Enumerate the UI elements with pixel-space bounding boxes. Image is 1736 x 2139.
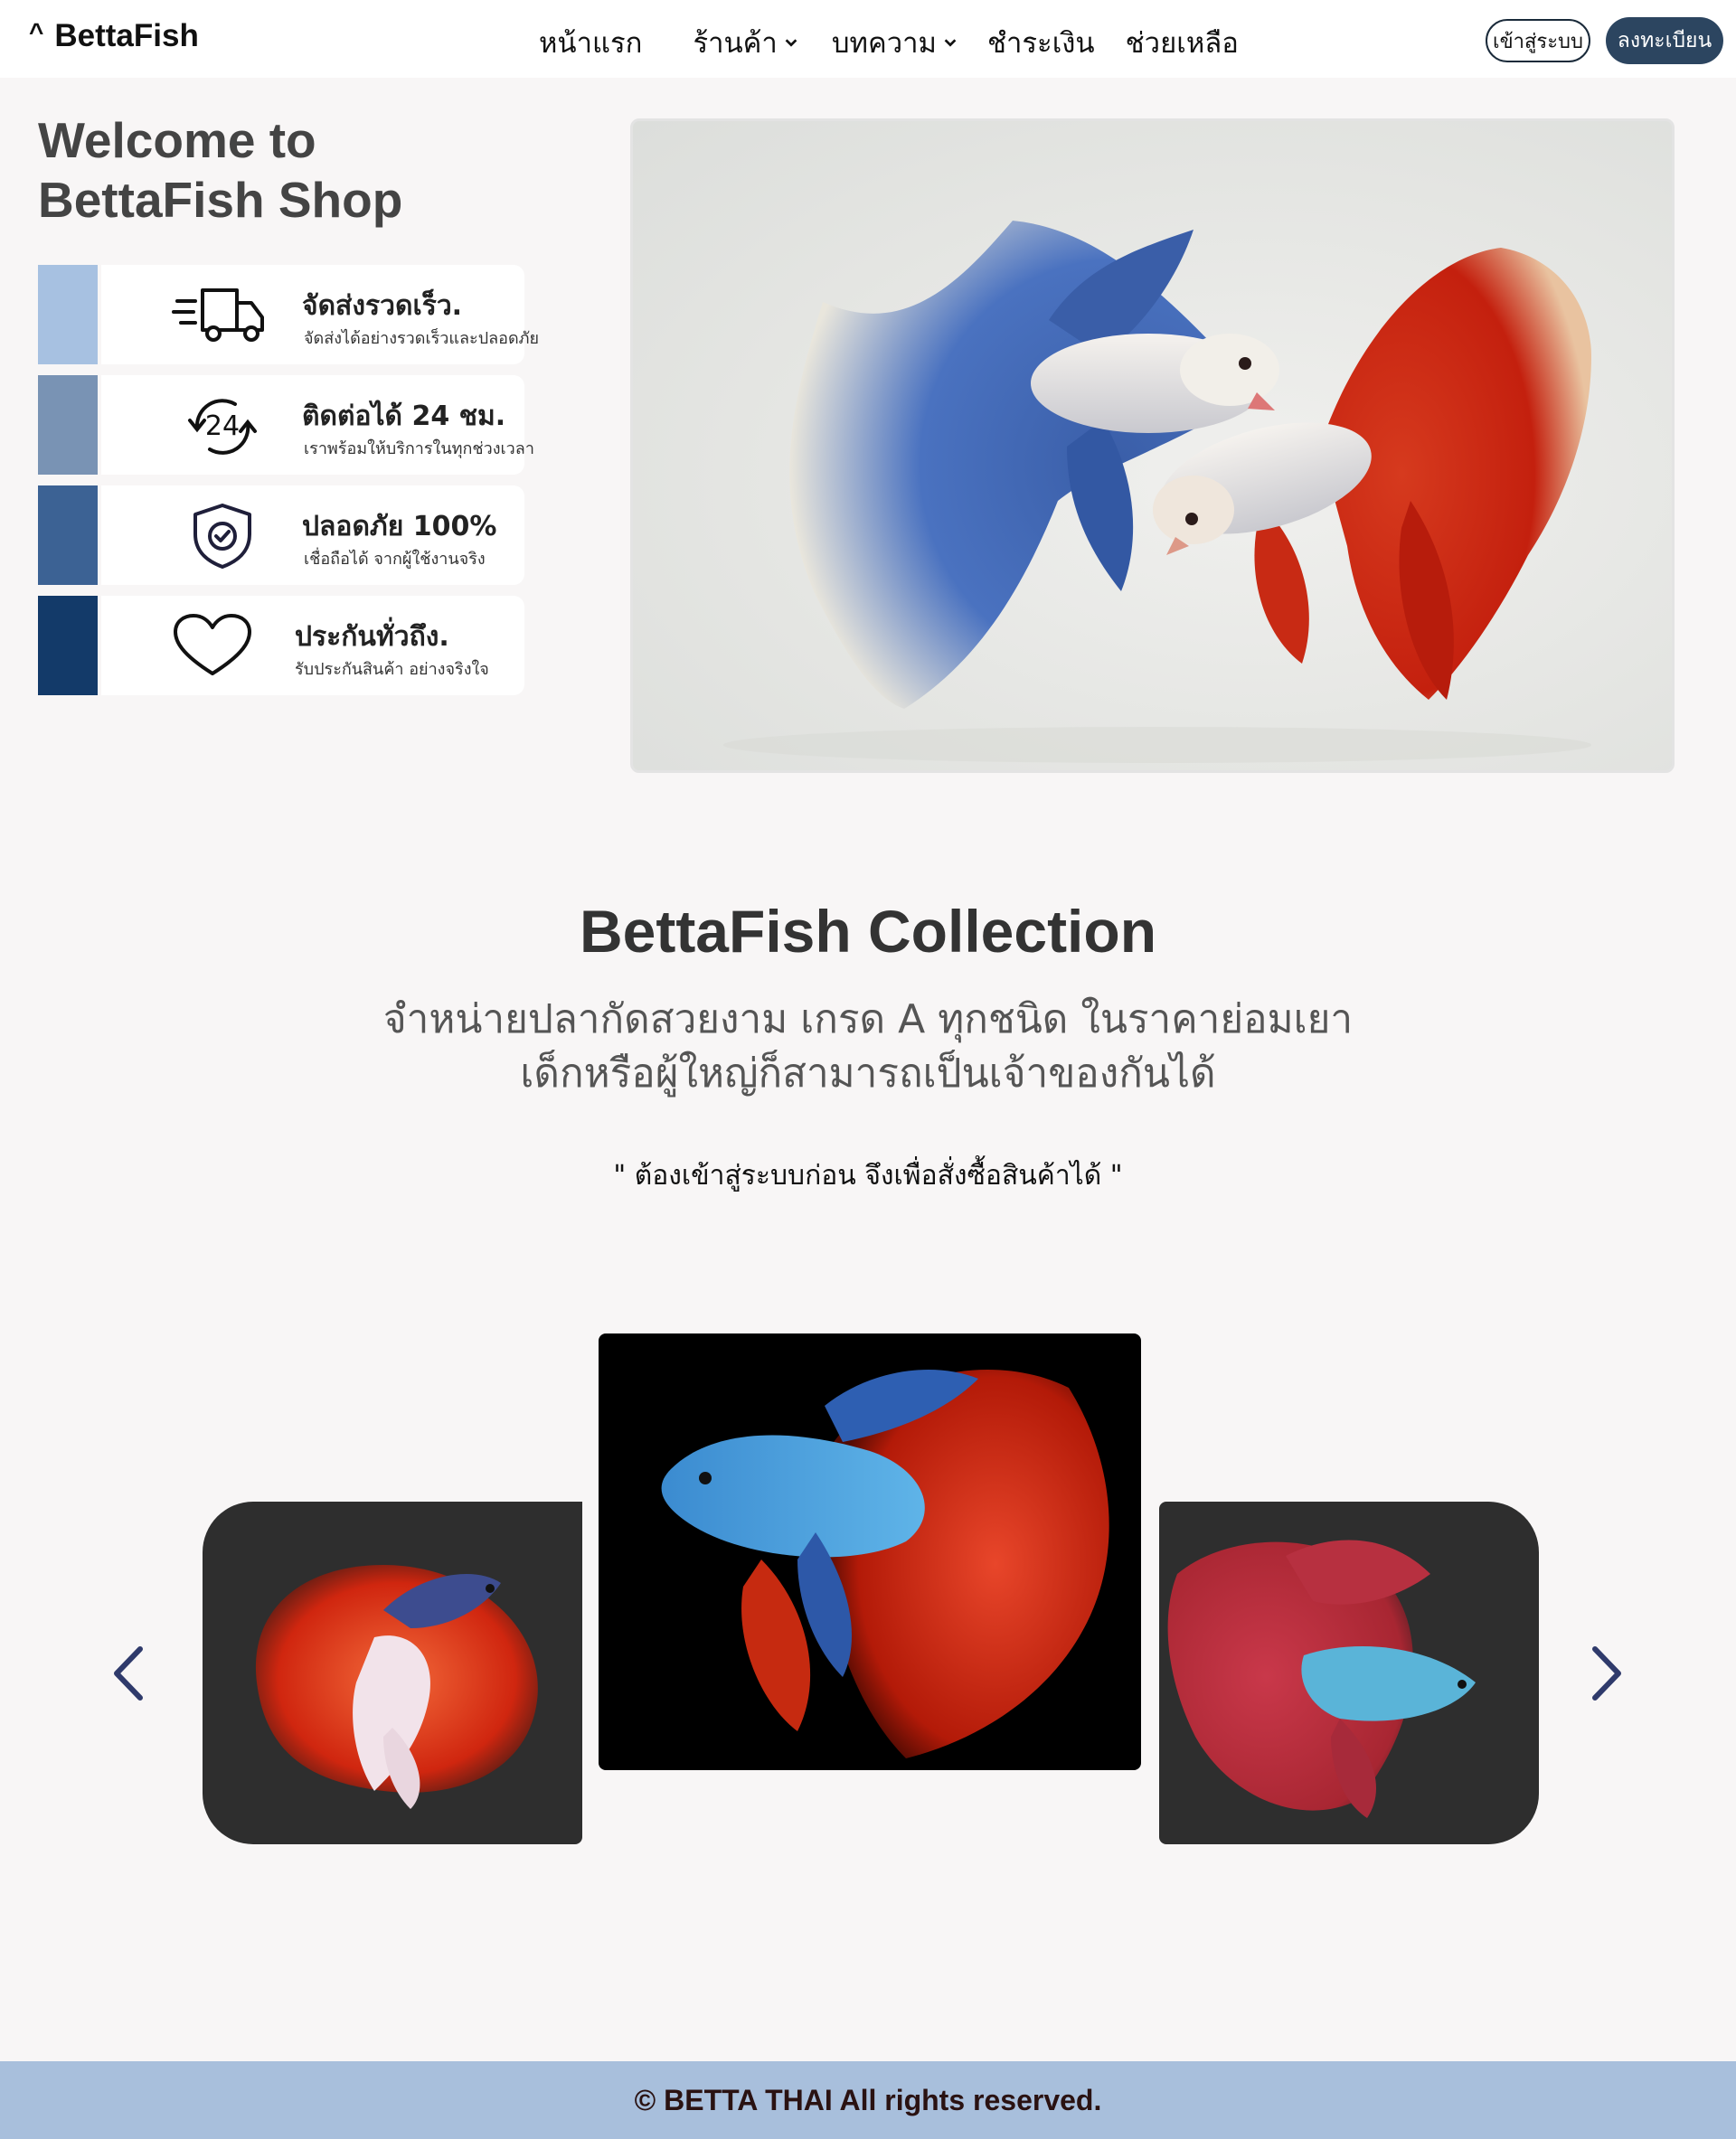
login-required-note: " ต้องเข้าสู่ระบบก่อน จึงเพื่อสั่งซื้อสิ… — [613, 1160, 1123, 1192]
feature-card-warranty: ประกันทั่วถึง. รับประกันสินค้า อย่างจริง… — [38, 596, 524, 695]
feature-desc: รับประกันสินค้า อย่างจริงใจ — [295, 660, 489, 679]
heart-icon — [174, 614, 251, 675]
feature-swatch — [38, 375, 98, 475]
shield-check-icon — [193, 504, 251, 569]
logo-text: BettaFish — [54, 18, 199, 53]
main-menu: หน้าแรก ร้านค้า บทความ ชำระเงิน ช่วยเหลื… — [539, 22, 1239, 63]
nav-item-shop[interactable]: ร้านค้า — [693, 20, 798, 65]
welcome-line-2: BettaFish Shop — [38, 172, 403, 228]
feature-card-delivery: จัดส่งรวดเร็ว. จัดส่งได้อย่างรวดเร็วและป… — [38, 265, 539, 364]
feature-swatch — [38, 596, 98, 695]
carousel-prev-arrow-icon[interactable] — [106, 1644, 151, 1703]
feature-card-safety: ปลอดภัย 100% เชื่อถือได้ จากผู้ใช้งานจริ… — [38, 485, 524, 585]
chevron-down-icon — [785, 39, 797, 47]
feature-card-body: จัดส่งรวดเร็ว. จัดส่งได้อย่างรวดเร็วและป… — [101, 265, 539, 364]
site-logo[interactable]: ^ BettaFish — [29, 18, 199, 54]
delivery-truck-icon — [172, 288, 264, 342]
register-button[interactable]: ลงทะเบียน — [1606, 17, 1723, 64]
nav-item-label: ช่วยเหลือ — [1125, 27, 1239, 60]
carousel-slide-center[interactable] — [599, 1333, 1141, 1770]
nav-item-label: บทความ — [831, 27, 937, 60]
feature-card-body: ปลอดภัย 100% เชื่อถือได้ จากผู้ใช้งานจริ… — [101, 485, 524, 585]
carousel-slide-left[interactable] — [203, 1502, 582, 1844]
top-navbar: ^ BettaFish หน้าแรก ร้านค้า บทความ ชำระเ… — [0, 0, 1736, 78]
feature-title: ปลอดภัย 100% — [302, 511, 497, 542]
nav-item-label: หน้าแรก — [539, 27, 643, 60]
collection-subtitle-line-2: เด็กหรือผู้ใหญ่ก็สามารถเป็นเจ้าของกันได้ — [520, 1051, 1216, 1097]
nav-item-home[interactable]: หน้าแรก — [539, 20, 642, 65]
welcome-line-1: Welcome to — [38, 112, 316, 168]
collection-title: BettaFish Collection — [579, 898, 1157, 965]
collection-subtitle: จำหน่ายปลากัดสวยงาม เกรด A ทุกชนิด ในราค… — [0, 993, 1736, 1101]
carousel-next-arrow-icon[interactable] — [1584, 1644, 1629, 1703]
feature-swatch — [38, 265, 98, 364]
feature-title: ประกันทั่วถึง. — [295, 621, 449, 653]
feature-title: ติดต่อได้ 24 ชม. — [302, 400, 506, 432]
hero-betta-image — [630, 118, 1675, 773]
betta-blue-red-image — [661, 1370, 1109, 1758]
welcome-heading: Welcome to BettaFish Shop — [38, 110, 544, 230]
nav-item-help[interactable]: ช่วยเหลือ — [1126, 20, 1239, 65]
feature-swatch — [38, 485, 98, 585]
collection-subtitle-line-1: จำหน่ายปลากัดสวยงาม เกรด A ทุกชนิด ในราค… — [382, 996, 1354, 1042]
feature-desc: เชื่อถือได้ จากผู้ใช้งานจริง — [304, 550, 486, 569]
feature-card-body: ประกันทั่วถึง. รับประกันสินค้า อย่างจริง… — [101, 596, 524, 695]
carousel-slide-right[interactable] — [1159, 1502, 1539, 1844]
feature-title: จัดส่งรวดเร็ว. — [302, 290, 463, 322]
feature-desc: เราพร้อมให้บริการในทุกช่วงเวลา — [304, 439, 534, 458]
login-button[interactable]: เข้าสู่ระบบ — [1486, 19, 1590, 62]
svg-text:24: 24 — [205, 410, 240, 442]
chevron-down-icon — [944, 39, 957, 47]
nav-item-label: ร้านค้า — [693, 27, 778, 60]
feature-card-body: 24 ติดต่อได้ 24 ชม. เราพร้อมให้บริการในท… — [101, 375, 534, 475]
footer: © BETTA THAI All rights reserved. — [0, 2061, 1736, 2139]
caret-up-icon: ^ — [29, 18, 44, 46]
feature-desc: จัดส่งได้อย่างรวดเร็วและปลอดภัย — [304, 329, 540, 348]
footer-copyright: © BETTA THAI All rights reserved. — [634, 2083, 1102, 2116]
feature-card-support: 24 ติดต่อได้ 24 ชม. เราพร้อมให้บริการในท… — [38, 375, 534, 475]
betta-red-white-image — [255, 1565, 538, 1809]
betta-red-cyan-image — [1167, 1540, 1476, 1818]
nav-item-articles[interactable]: บทความ — [832, 20, 958, 65]
nav-item-label: ชำระเงิน — [986, 27, 1095, 60]
betta-pair-illustration — [723, 221, 1591, 763]
nav-item-payment[interactable]: ชำระเงิน — [987, 20, 1095, 65]
clock-24-icon: 24 — [188, 399, 257, 455]
